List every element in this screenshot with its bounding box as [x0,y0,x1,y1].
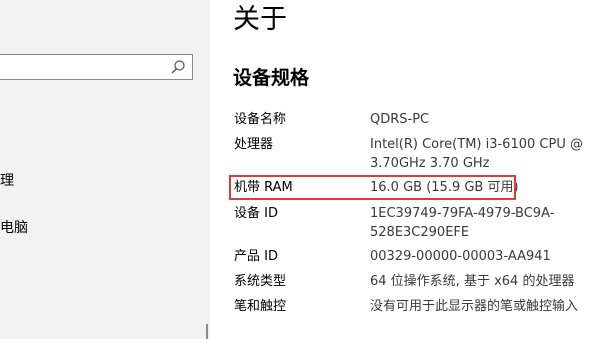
spec-label-product-id: 产品 ID [234,249,278,264]
sidebar-item-computer[interactable]: 电脑 [0,217,30,237]
spec-value-device-id: 1EC39749-79FA-4979-BC9A-528E3C290EFE [370,206,555,240]
spec-value-processor: Intel(R) Core(TM) i3-6100 CPU @ 3.70GHz … [370,137,583,171]
ram-highlight-box [229,175,516,200]
settings-sidebar: 理 电脑 [0,0,210,339]
sidebar-item-manage[interactable]: 理 [0,170,20,190]
spec-label-device-id: 设备 ID [234,206,278,221]
settings-search-input[interactable] [0,54,193,80]
page-title: 关于 [233,4,287,35]
search-icon[interactable] [170,59,186,75]
spec-label-processor: 处理器 [234,137,274,152]
sidebar-scrollbar[interactable] [206,324,208,339]
spec-label-pen-touch: 笔和触控 [234,299,287,314]
section-title-device-specs: 设备规格 [233,67,310,89]
settings-window: 理 电脑 关于 设备规格 设备名称 QDRS-PC 处理器 Intel(R) C… [0,0,600,339]
spec-label-device-name: 设备名称 [234,112,287,127]
spec-value-system-type: 64 位操作系统, 基于 x64 的处理器 [370,274,575,289]
spec-label-system-type: 系统类型 [234,274,287,289]
spec-value-device-name: QDRS-PC [370,112,430,127]
spec-value-pen-touch: 没有可用于此显示器的笔或触控输入 [370,299,579,314]
spec-value-product-id: 00329-00000-00003-AA941 [370,249,551,264]
